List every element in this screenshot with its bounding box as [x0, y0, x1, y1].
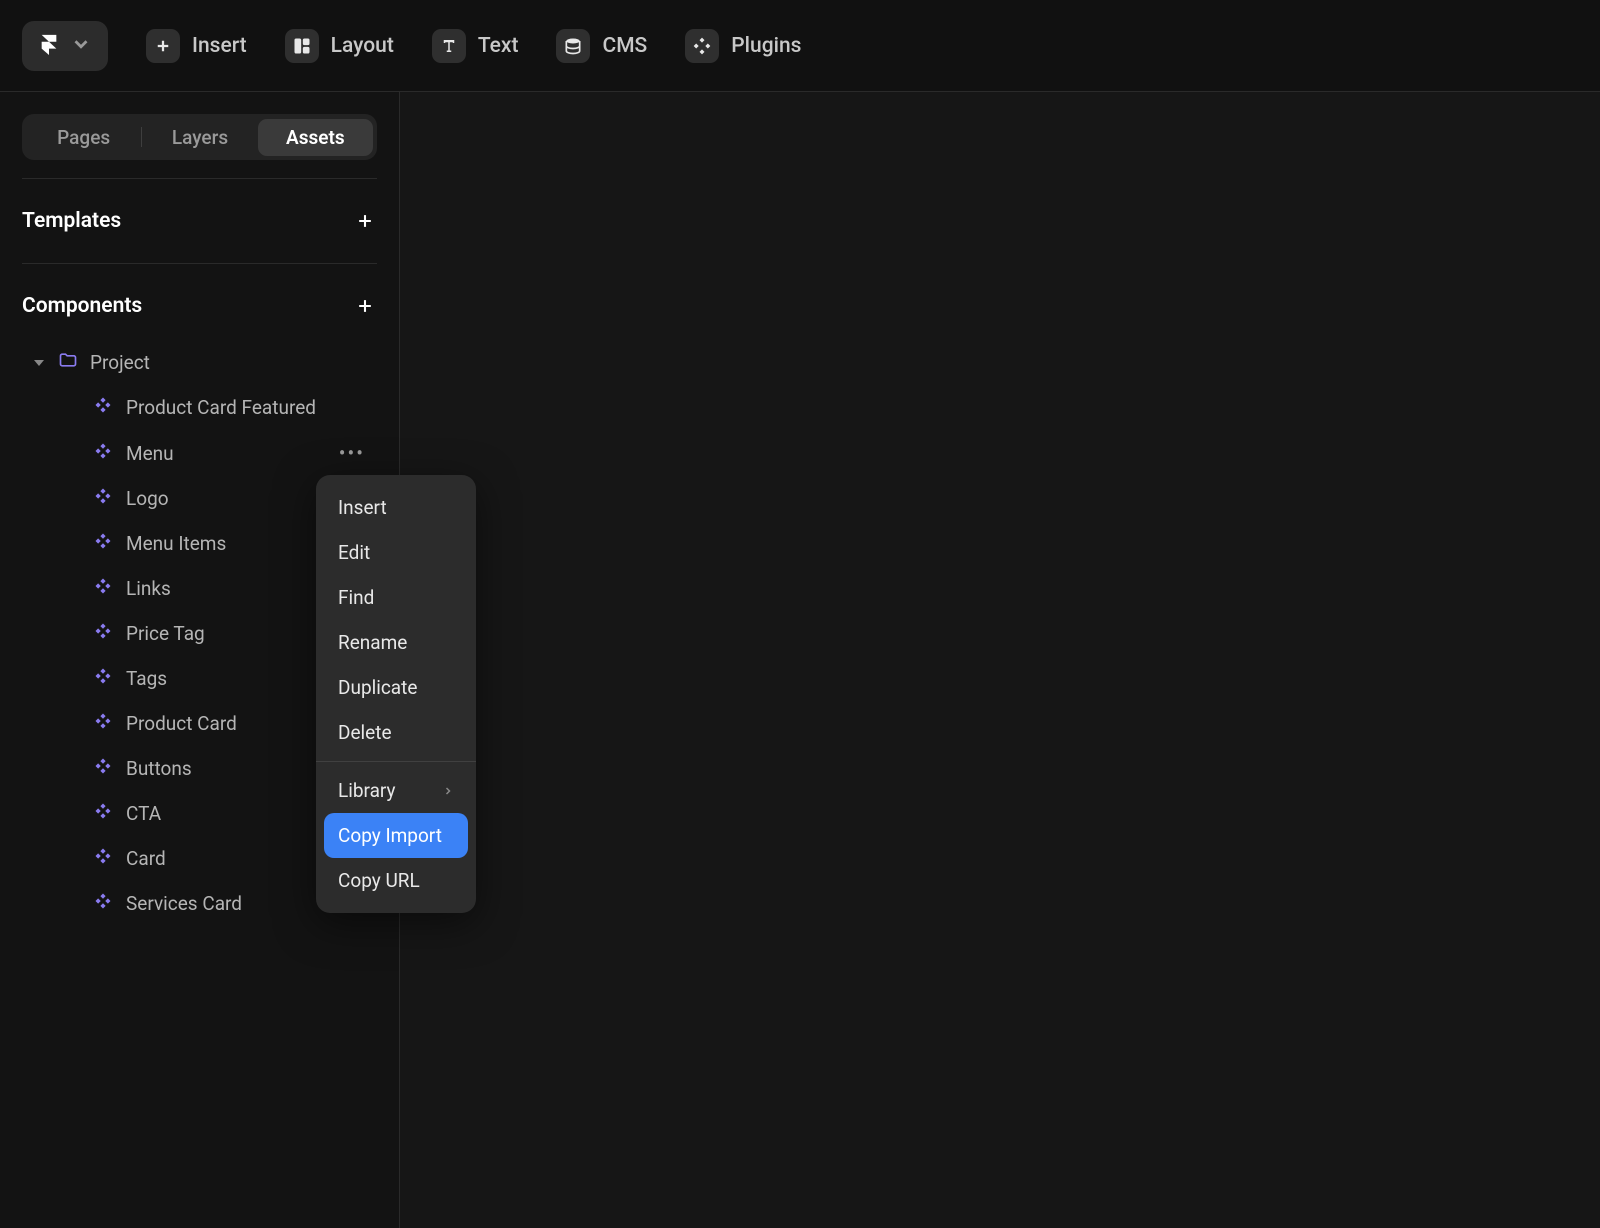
component-icon	[94, 577, 112, 600]
component-icon	[94, 442, 112, 465]
canvas[interactable]	[400, 92, 1600, 1228]
layout-icon	[285, 29, 319, 63]
context-rename[interactable]: Rename	[316, 620, 476, 665]
context-copy-import[interactable]: Copy Import	[324, 813, 468, 858]
folder-icon	[58, 350, 78, 375]
component-icon	[94, 532, 112, 555]
toolbar-insert[interactable]: Insert	[146, 29, 247, 63]
add-component-button[interactable]	[353, 294, 377, 318]
context-insert[interactable]: Insert	[316, 485, 476, 530]
component-icon	[94, 847, 112, 870]
context-find[interactable]: Find	[316, 575, 476, 620]
caret-down-icon	[34, 360, 44, 366]
context-copy-url[interactable]: Copy URL	[316, 858, 476, 903]
framer-logo-icon	[38, 33, 60, 59]
text-icon	[432, 29, 466, 63]
cms-icon	[556, 29, 590, 63]
context-edit[interactable]: Edit	[316, 530, 476, 575]
add-template-button[interactable]	[353, 209, 377, 233]
divider	[22, 263, 377, 264]
component-icon	[94, 757, 112, 780]
tab-assets[interactable]: Assets	[258, 119, 373, 156]
chevron-right-icon	[442, 779, 454, 802]
context-library[interactable]: Library	[316, 768, 476, 813]
context-delete[interactable]: Delete	[316, 710, 476, 755]
component-icon	[94, 892, 112, 915]
context-menu: Insert Edit Find Rename Duplicate Delete…	[316, 475, 476, 913]
component-label: Product Card Featured	[126, 396, 377, 419]
tab-layers[interactable]: Layers	[142, 119, 257, 156]
component-icon	[94, 487, 112, 510]
toolbar-cms[interactable]: CMS	[556, 29, 647, 63]
component-icon	[94, 712, 112, 735]
plugins-icon	[685, 29, 719, 63]
toolbar-label: CMS	[602, 34, 647, 58]
component-item-menu[interactable]: Menu •••	[0, 430, 399, 476]
toolbar-label: Plugins	[731, 34, 801, 58]
templates-section-header[interactable]: Templates	[0, 197, 399, 245]
app-logo-button[interactable]	[22, 21, 108, 71]
tree-folder-project[interactable]: Project	[0, 340, 399, 385]
section-title: Templates	[22, 209, 121, 233]
toolbar-label: Layout	[331, 34, 394, 58]
component-icon	[94, 622, 112, 645]
section-title: Components	[22, 294, 142, 318]
folder-name: Project	[90, 351, 150, 374]
plus-icon	[146, 29, 180, 63]
component-icon	[94, 396, 112, 419]
chevron-down-icon	[70, 33, 92, 59]
toolbar-label: Text	[478, 34, 519, 58]
divider	[22, 178, 377, 179]
component-item[interactable]: Product Card Featured	[0, 385, 399, 430]
top-toolbar: Insert Layout Text CMS Plugins	[0, 0, 1600, 92]
sidebar-tabs: Pages Layers Assets	[22, 114, 377, 160]
toolbar-text[interactable]: Text	[432, 29, 519, 63]
divider	[316, 761, 476, 762]
toolbar-label: Insert	[192, 34, 247, 58]
components-section-header[interactable]: Components	[0, 282, 399, 330]
tab-pages[interactable]: Pages	[26, 119, 141, 156]
component-icon	[94, 667, 112, 690]
component-label: Menu	[126, 442, 325, 465]
component-icon	[94, 802, 112, 825]
context-duplicate[interactable]: Duplicate	[316, 665, 476, 710]
main-area: Pages Layers Assets Templates Components	[0, 92, 1600, 1228]
toolbar-layout[interactable]: Layout	[285, 29, 394, 63]
toolbar-plugins[interactable]: Plugins	[685, 29, 801, 63]
more-options-icon[interactable]: •••	[339, 441, 377, 465]
